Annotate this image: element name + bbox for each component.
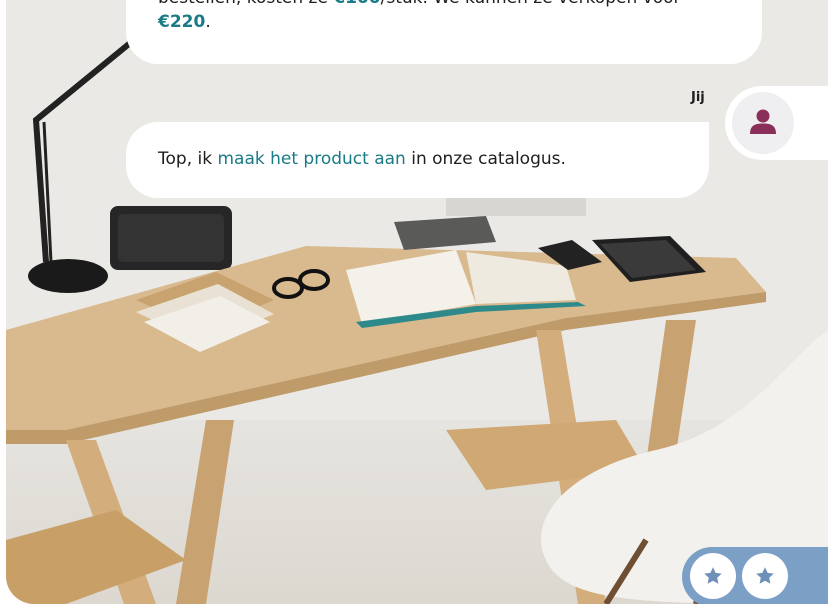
- price-sale: €220: [158, 12, 206, 32]
- message-bubble-user: Top, ik maak het product aan in onze cat…: [126, 122, 709, 198]
- message-text: Top, ik: [158, 149, 218, 169]
- star-icon: [704, 567, 722, 584]
- star-button-1[interactable]: [690, 553, 736, 599]
- message-text: bestellen, kosten ze: [158, 0, 333, 8]
- star-icon: [756, 567, 774, 584]
- message-text: .: [205, 12, 211, 32]
- message-text: in onze catalogus.: [405, 149, 566, 169]
- chat-scene: bestellen, kosten ze €100/stuk. We kunne…: [0, 0, 828, 604]
- avatar: [732, 92, 794, 154]
- price-cost: €100: [333, 0, 380, 8]
- user-icon: [750, 109, 776, 134]
- message-text: /stuk. We kunnen ze verkopen voor: [381, 0, 681, 8]
- message-bubble-bot: bestellen, kosten ze €100/stuk. We kunne…: [126, 0, 762, 64]
- star-button-2[interactable]: [742, 553, 788, 599]
- message-link-create-product[interactable]: maak het product aan: [217, 149, 405, 169]
- speaker-label: Jij: [691, 90, 705, 105]
